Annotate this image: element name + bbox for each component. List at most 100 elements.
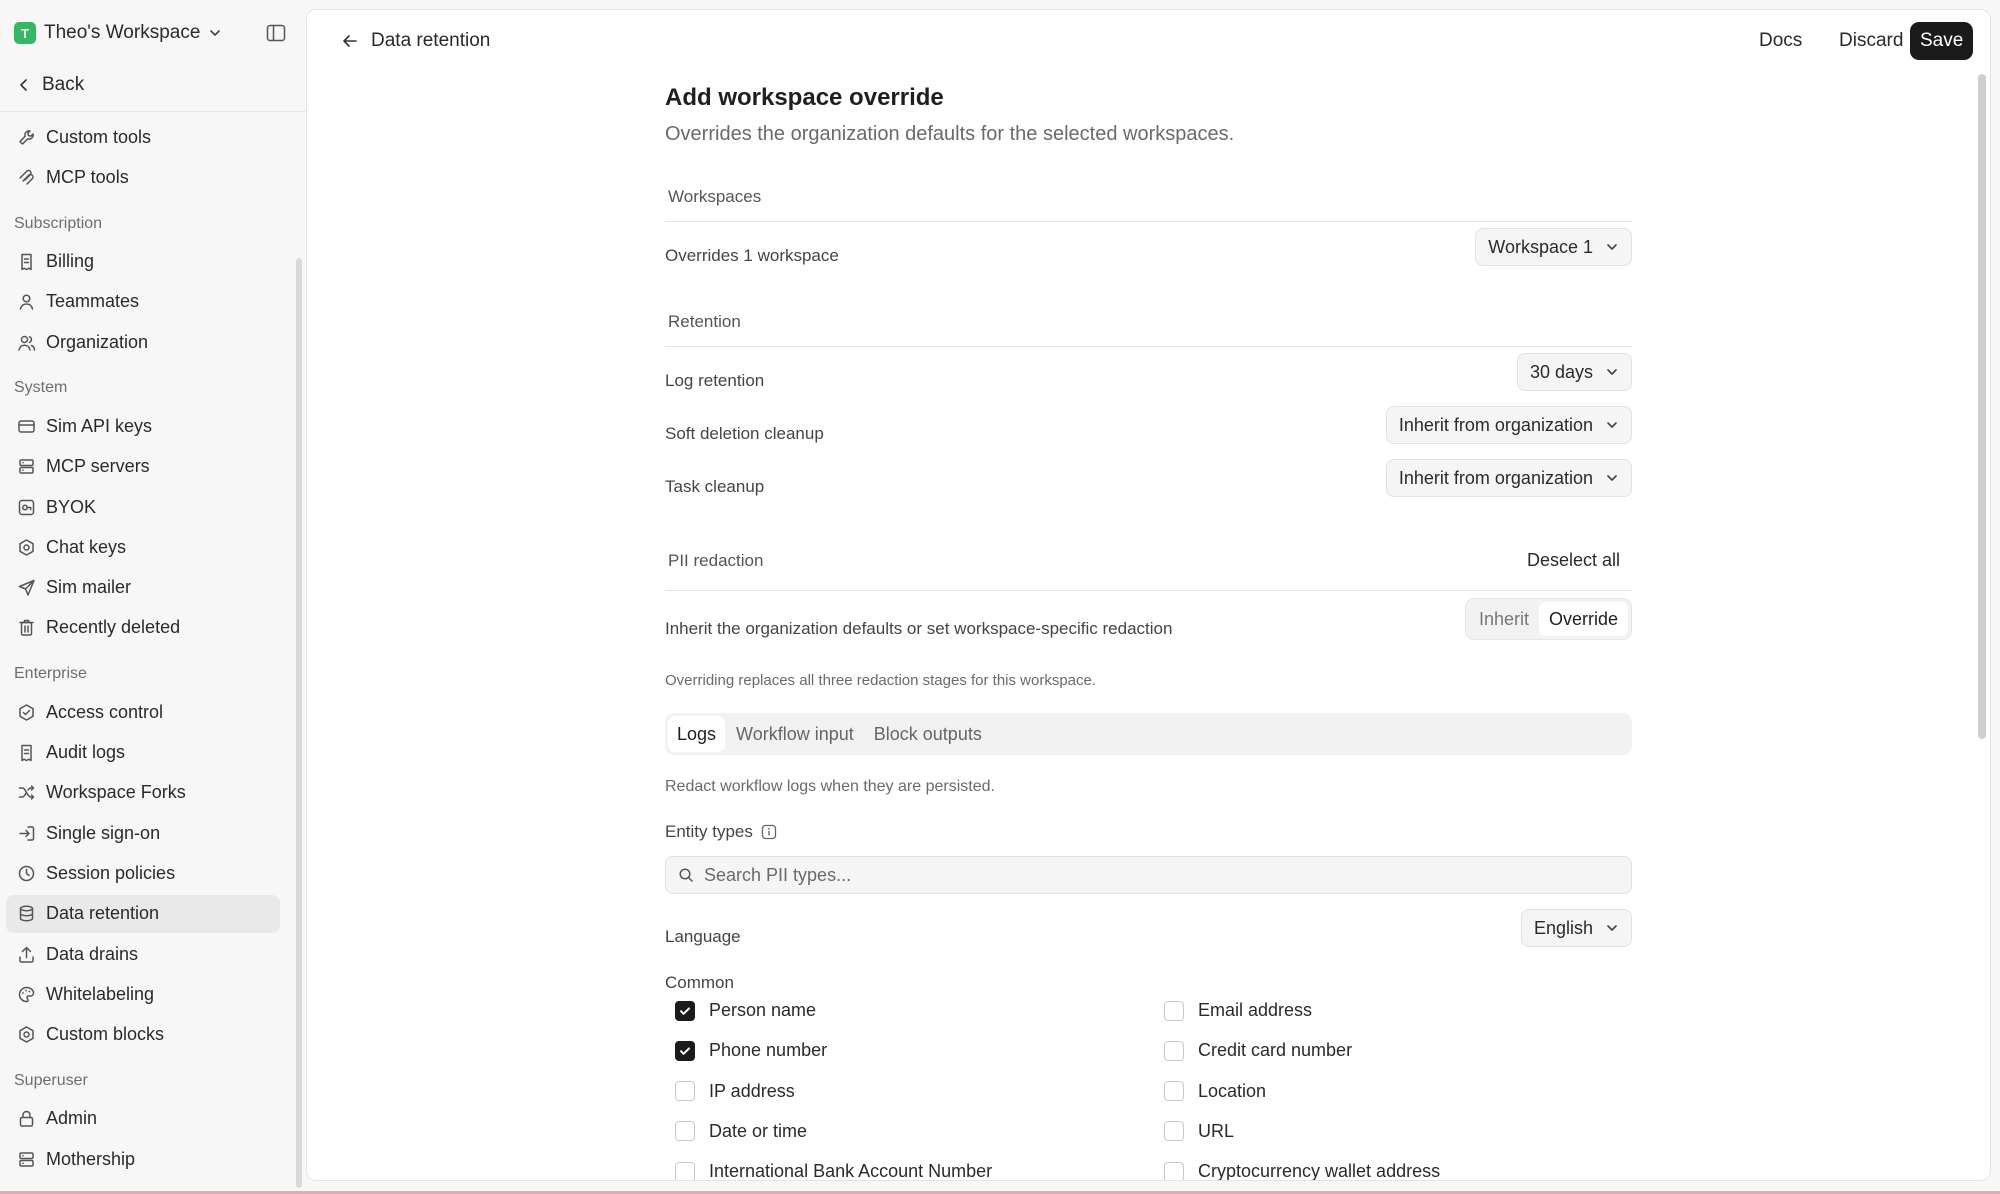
workspaces-heading: Workspaces: [668, 187, 762, 206]
sidebar-item-label: Sim mailer: [46, 577, 132, 598]
tab-block-outputs[interactable]: Block outputs: [865, 716, 991, 752]
sidebar-item-whitelabeling[interactable]: Whitelabeling: [6, 975, 280, 1013]
tab-logs[interactable]: Logs: [668, 716, 726, 752]
checkbox[interactable]: [675, 1121, 695, 1142]
log-retention-value: 30 days: [1529, 361, 1593, 382]
sidebar-item-recently-deleted[interactable]: Recently deleted: [6, 609, 280, 647]
clock-icon: [18, 865, 35, 882]
sidebar-item-organization[interactable]: Organization: [6, 323, 280, 361]
sidebar-item-label: Billing: [46, 251, 95, 272]
sidebar-item-custom-blocks[interactable]: Custom blocks: [6, 1016, 280, 1054]
back-label: Back: [42, 74, 85, 95]
sidebar-item-teammates[interactable]: Teammates: [6, 283, 280, 321]
workspace-switcher[interactable]: T Theo's Workspace: [14, 20, 222, 46]
receipt-icon: [21, 744, 32, 762]
checkbox[interactable]: [675, 1161, 695, 1180]
language-select[interactable]: English: [1520, 909, 1632, 947]
receipt-icon: [21, 253, 32, 271]
sidebar-item-single-sign-on[interactable]: Single sign-on: [6, 814, 280, 852]
sidebar-toggle-icon: [266, 24, 286, 42]
sidebar-divider: [0, 111, 306, 112]
sidebar-item-data-drains[interactable]: Data drains: [6, 935, 280, 973]
sidebar-item-label: Teammates: [46, 291, 140, 312]
tab-description: Redact workflow logs when they are persi…: [665, 778, 995, 795]
sidebar-item-mcp-tools[interactable]: MCP tools: [6, 158, 280, 196]
entity-checkbox-item[interactable]: Person name: [675, 1000, 816, 1021]
entity-checkbox-item[interactable]: Phone number: [675, 1040, 827, 1061]
soft-deletion-select[interactable]: Inherit from organization: [1385, 406, 1632, 444]
pii-search-input[interactable]: [704, 864, 1604, 886]
sidebar-item-label: Whitelabeling: [46, 983, 155, 1004]
deselect-all-button[interactable]: Deselect all: [1527, 550, 1620, 571]
checkbox-label: IP address: [709, 1080, 795, 1101]
sidebar-item-label: Admin: [46, 1108, 98, 1129]
sidebar-section-title: Enterprise: [14, 665, 87, 683]
override-note: Overriding replaces all three redaction …: [665, 672, 1097, 689]
redaction-mode-toggle: Inherit Override: [1464, 598, 1632, 640]
save-button[interactable]: Save: [1910, 22, 1974, 60]
entity-checkbox-item[interactable]: Location: [1164, 1081, 1266, 1102]
topbar: Data retention Docs Discard Save: [307, 10, 1990, 70]
entity-checkbox-item[interactable]: Email address: [1164, 1000, 1312, 1021]
workspace-select-value: Workspace 1: [1488, 236, 1593, 257]
sidebar-item-label: Mothership: [46, 1148, 136, 1169]
sidebar-item-custom-tools[interactable]: Custom tools: [6, 118, 280, 156]
language-value: English: [1533, 917, 1593, 938]
checkbox[interactable]: [1164, 1081, 1184, 1102]
checkbox[interactable]: [1164, 1040, 1184, 1061]
sidebar-item-sim-mailer[interactable]: Sim mailer: [6, 569, 280, 607]
sidebar-collapse-button[interactable]: [265, 22, 287, 44]
workspace-select[interactable]: Workspace 1: [1475, 228, 1632, 266]
sidebar-item-sim-api-keys[interactable]: Sim API keys: [6, 407, 280, 445]
back-button[interactable]: Back: [16, 72, 84, 98]
sidebar-item-chat-keys[interactable]: Chat keys: [6, 528, 280, 566]
sidebar-item-audit-logs[interactable]: Audit logs: [6, 734, 280, 772]
redaction-mode-label: Inherit the organization defaults or set…: [665, 619, 1173, 638]
entity-checkbox-item[interactable]: URL: [1164, 1121, 1234, 1142]
checkbox-label: URL: [1198, 1120, 1235, 1141]
sidebar-item-byok[interactable]: BYOK: [6, 488, 280, 526]
checkbox[interactable]: [675, 1081, 695, 1102]
tab-workflow-input[interactable]: Workflow input: [727, 716, 863, 752]
entity-checkbox-item[interactable]: Date or time: [675, 1121, 807, 1142]
sidebar-item-access-control[interactable]: Access control: [6, 693, 280, 731]
common-group-label: Common: [665, 973, 734, 992]
pii-search-field[interactable]: [665, 856, 1632, 894]
workspace-name: Theo's Workspace: [44, 22, 201, 43]
sidebar-item-workspace-forks[interactable]: Workspace Forks: [6, 774, 280, 812]
checkbox-label: Email address: [1198, 1000, 1313, 1020]
sidebar-item-billing[interactable]: Billing: [6, 243, 280, 281]
inherit-option[interactable]: Inherit: [1469, 602, 1539, 636]
log-retention-select[interactable]: 30 days: [1516, 353, 1632, 391]
database-icon: [19, 905, 34, 922]
checkbox[interactable]: [1164, 1161, 1184, 1180]
sidebar-item-data-retention[interactable]: Data retention: [6, 894, 280, 933]
info-icon[interactable]: [761, 824, 777, 840]
redaction-stage-tabs: Logs Workflow input Block outputs: [665, 713, 1632, 755]
breadcrumb[interactable]: Data retention: [341, 30, 490, 52]
chevron-down-icon: [1607, 925, 1617, 931]
soft-deletion-label: Soft deletion cleanup: [665, 424, 824, 443]
chevron-down-icon: [1607, 475, 1617, 481]
override-option[interactable]: Override: [1538, 602, 1628, 636]
panel-scrollbar[interactable]: [1978, 74, 1986, 739]
checkbox[interactable]: [1164, 1000, 1184, 1021]
sidebar-item-label: Audit logs: [46, 742, 126, 763]
entity-checkbox-item[interactable]: Cryptocurrency wallet address: [1164, 1161, 1440, 1180]
docs-button[interactable]: Docs: [1749, 22, 1812, 60]
entity-checkbox-item[interactable]: Credit card number: [1164, 1040, 1352, 1061]
entity-checkbox-item[interactable]: IP address: [675, 1081, 795, 1102]
sidebar-item-admin[interactable]: Admin: [6, 1100, 280, 1138]
checkbox[interactable]: [675, 1000, 695, 1021]
sidebar-item-mothership[interactable]: Mothership: [6, 1140, 280, 1178]
discard-button[interactable]: Discard: [1829, 22, 1913, 60]
sidebar-item-session-policies[interactable]: Session policies: [6, 854, 280, 892]
hexagon-icon: [19, 1026, 34, 1043]
checkbox[interactable]: [1164, 1121, 1184, 1142]
sidebar-scrollbar[interactable]: [296, 258, 302, 1188]
checkbox[interactable]: [675, 1040, 695, 1061]
sidebar-item-mcp-servers[interactable]: MCP servers: [6, 448, 280, 486]
task-cleanup-select[interactable]: Inherit from organization: [1385, 459, 1632, 497]
entity-checkbox-item[interactable]: International Bank Account Number: [675, 1161, 992, 1180]
sidebar-item-label: Single sign-on: [46, 822, 161, 843]
